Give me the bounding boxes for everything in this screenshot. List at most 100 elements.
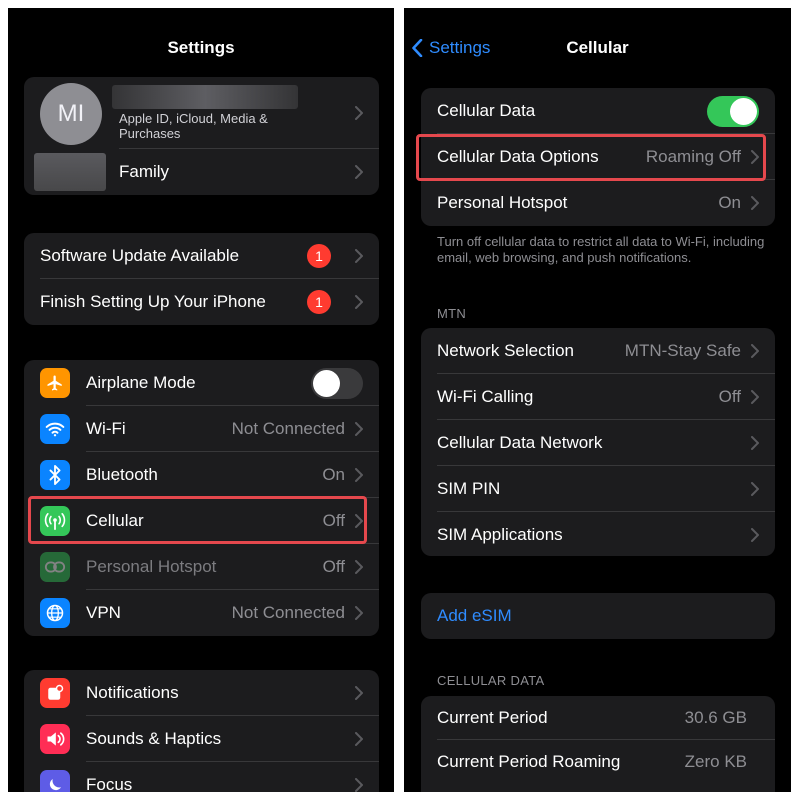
finish-setup-row[interactable]: Finish Setting Up Your iPhone 1 (24, 279, 379, 325)
wifi-status: Not Connected (231, 419, 345, 438)
current-period-label: Current Period (437, 708, 548, 727)
chevron-right-icon (751, 528, 759, 542)
current-period-value: 30.6 GB (684, 708, 747, 727)
cellular-status: Off (322, 511, 345, 530)
finish-setup-label: Finish Setting Up Your iPhone (40, 292, 266, 311)
sounds-haptics-label: Sounds & Haptics (86, 729, 222, 748)
cellular-row[interactable]: Cellular Off (24, 498, 379, 544)
personal-hotspot-status: Off (322, 557, 345, 576)
current-period-row: Current Period 30.6 GB (421, 696, 775, 740)
cellular-data-options-row[interactable]: Cellular Data Options Roaming Off (421, 134, 775, 180)
personal-hotspot-status: On (718, 193, 741, 212)
software-update-label: Software Update Available (40, 246, 240, 265)
cellular-data-group: Cellular Data Cellular Data Options Roam… (421, 88, 775, 226)
personal-hotspot-row[interactable]: Personal Hotspot On (421, 180, 775, 226)
wifi-icon (40, 414, 70, 444)
chevron-right-icon (355, 165, 363, 179)
personal-hotspot-label: Personal Hotspot (86, 557, 217, 576)
cellular-data-section-header: CELLULAR DATA (437, 673, 545, 688)
redacted-name-block (112, 85, 298, 109)
chevron-right-icon (355, 732, 363, 746)
bluetooth-label: Bluetooth (86, 465, 158, 484)
bluetooth-icon (40, 460, 70, 490)
airplane-mode-toggle[interactable] (311, 367, 363, 399)
family-label: Family (119, 162, 170, 181)
personal-hotspot-label: Personal Hotspot (437, 193, 568, 212)
notification-badge: 1 (307, 290, 331, 314)
chevron-right-icon (355, 778, 363, 792)
sim-applications-row[interactable]: SIM Applications (421, 512, 775, 556)
profile-group: MI Apple ID, iCloud, Media & Purchases F… (24, 77, 379, 195)
cellular-icon (40, 506, 70, 536)
settings-screen: Settings MI Apple ID, iCloud, Media & Pu… (8, 8, 394, 792)
vpn-row[interactable]: VPN Not Connected (24, 590, 379, 636)
cellular-screen: Settings Cellular Cellular Data Cellular… (404, 8, 791, 792)
wifi-calling-value: Off (718, 387, 741, 406)
add-esim-button[interactable]: Add eSIM (421, 593, 775, 639)
usage-group: Current Period 30.6 GB Current Period Ro… (421, 696, 775, 792)
chevron-right-icon (355, 560, 363, 574)
hotspot-icon (40, 552, 70, 582)
current-period-roaming-value: Zero KB (684, 752, 747, 771)
carrier-group: Network Selection MTN-Stay Safe Wi-Fi Ca… (421, 328, 775, 556)
add-esim-label: Add eSIM (437, 606, 512, 625)
cellular-data-network-row[interactable]: Cellular Data Network (421, 420, 775, 466)
notification-badge: 1 (307, 244, 331, 268)
cellular-data-row: Cellular Data (421, 88, 775, 134)
focus-label: Focus (86, 775, 133, 792)
apple-id-subtitle: Apple ID, iCloud, Media & Purchases (119, 111, 268, 141)
airplane-icon (40, 368, 70, 398)
avatar-initials: MI (57, 100, 85, 127)
airplane-mode-label: Airplane Mode (86, 373, 196, 392)
chevron-right-icon (355, 295, 363, 309)
cellular-label: Cellular (86, 511, 144, 530)
add-esim-group: Add eSIM (421, 593, 775, 639)
network-selection-row[interactable]: Network Selection MTN-Stay Safe (421, 328, 775, 374)
cellular-data-options-label: Cellular Data Options (437, 147, 599, 166)
cellular-data-toggle[interactable] (707, 95, 759, 127)
chevron-right-icon (355, 468, 363, 482)
page-title: Settings (167, 38, 235, 57)
wifi-row[interactable]: Wi-Fi Not Connected (24, 406, 379, 452)
notifications-row[interactable]: Notifications (24, 670, 379, 716)
vpn-label: VPN (86, 603, 121, 622)
network-selection-value: MTN-Stay Safe (624, 341, 741, 360)
current-period-roaming-label: Current Period Roaming (437, 752, 621, 771)
avatar: MI (40, 83, 102, 145)
family-photo-icon (34, 153, 106, 191)
chevron-right-icon (751, 482, 759, 496)
sim-applications-label: SIM Applications (437, 525, 563, 544)
bluetooth-status: On (322, 465, 345, 484)
focus-row[interactable]: Focus (24, 762, 379, 792)
speaker-icon (40, 724, 70, 754)
moon-icon (40, 770, 70, 792)
wifi-label: Wi-Fi (86, 419, 126, 438)
vpn-globe-icon (40, 598, 70, 628)
roaming-status: Roaming Off (645, 147, 741, 166)
cellular-navbar: Settings Cellular (404, 34, 791, 62)
software-update-row[interactable]: Software Update Available 1 (24, 233, 379, 279)
chevron-right-icon (751, 436, 759, 450)
vpn-status: Not Connected (231, 603, 345, 622)
sim-pin-row[interactable]: SIM PIN (421, 466, 775, 512)
settings-navbar: Settings (8, 34, 394, 62)
chevron-right-icon (355, 422, 363, 436)
apple-id-row[interactable]: MI Apple ID, iCloud, Media & Purchases (24, 77, 379, 149)
updates-group: Software Update Available 1 Finish Setti… (24, 233, 379, 325)
sounds-haptics-row[interactable]: Sounds & Haptics (24, 716, 379, 762)
cellular-data-label: Cellular Data (437, 101, 536, 120)
chevron-right-icon (751, 196, 759, 210)
family-row[interactable]: Family (24, 149, 379, 195)
chevron-right-icon (751, 150, 759, 164)
wifi-calling-label: Wi-Fi Calling (437, 387, 534, 406)
connectivity-group: Airplane Mode Wi-Fi Not Connected Blueto… (24, 360, 379, 636)
carrier-section-header: MTN (437, 306, 467, 321)
sim-pin-label: SIM PIN (437, 479, 501, 498)
chevron-right-icon (751, 344, 759, 358)
wifi-calling-row[interactable]: Wi-Fi Calling Off (421, 374, 775, 420)
chevron-right-icon (355, 514, 363, 528)
cellular-data-network-label: Cellular Data Network (437, 433, 603, 452)
bluetooth-row[interactable]: Bluetooth On (24, 452, 379, 498)
airplane-mode-row: Airplane Mode (24, 360, 379, 406)
chevron-right-icon (355, 606, 363, 620)
